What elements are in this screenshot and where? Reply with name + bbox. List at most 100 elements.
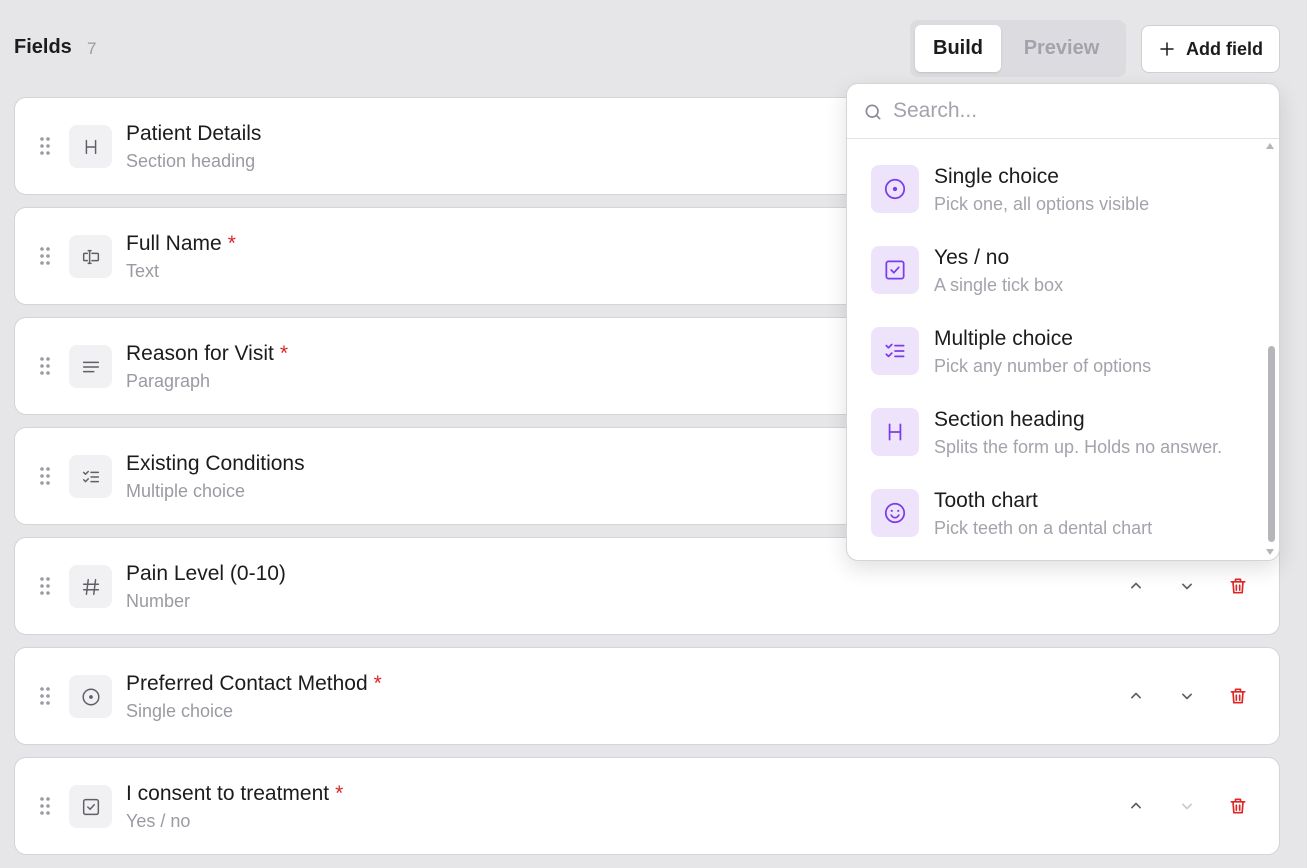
checklist-icon — [885, 343, 905, 358]
scrollbar-thumb[interactable] — [1268, 346, 1275, 542]
radio-icon — [81, 687, 100, 706]
required-marker: * — [279, 342, 289, 365]
option-label: Yes / no — [934, 246, 1010, 269]
fields-title: Fields — [14, 36, 72, 58]
option-icon-box — [871, 327, 919, 375]
option-icon-box — [871, 489, 919, 537]
option-item[interactable]: Single choice Pick one, all options visib… — [847, 165, 1267, 241]
option-label: Tooth chart — [934, 489, 1038, 512]
heading-icon — [888, 423, 902, 441]
move-down-button[interactable] — [1171, 790, 1203, 822]
mode-toggle: Build Preview — [910, 20, 1126, 77]
chevron-down-icon — [1182, 693, 1192, 700]
option-description: Splits the form up. Holds no answer. — [934, 437, 1223, 457]
field-type-icon-box — [69, 565, 112, 608]
field-type-icon-box — [69, 345, 112, 388]
field-label-text: Reason for Visit — [126, 342, 274, 365]
option-icon-box — [871, 165, 919, 213]
checklist-icon — [82, 470, 99, 482]
trash-icon — [1230, 688, 1246, 704]
move-down-button[interactable] — [1171, 680, 1203, 712]
field-label-text: Pain Level (0-10) — [126, 562, 286, 585]
chevron-down-icon — [1182, 583, 1192, 590]
option-item[interactable]: Yes / no A single tick box — [847, 246, 1267, 322]
option-description: Pick one, all options visible — [934, 194, 1150, 214]
option-label: Multiple choice — [934, 327, 1073, 350]
field-type-icon-box — [69, 235, 112, 278]
delete-button[interactable] — [1222, 790, 1254, 822]
field-type-icon-box — [69, 455, 112, 498]
move-up-button[interactable] — [1120, 790, 1152, 822]
option-description: Pick teeth on a dental chart — [934, 518, 1153, 538]
drag-handle-icon[interactable] — [39, 796, 51, 816]
smiley-icon — [884, 502, 906, 524]
search-input[interactable] — [893, 96, 1263, 126]
preview-tab[interactable]: Preview — [1010, 25, 1113, 72]
move-up-button[interactable] — [1120, 570, 1152, 602]
hash-icon — [82, 578, 99, 595]
field-label: Preferred Contact Method * — [126, 672, 382, 696]
field-type-dropdown: Single choice Pick one, all options visib… — [846, 83, 1280, 561]
required-marker: * — [373, 672, 382, 695]
field-type-label: Yes / no — [126, 811, 191, 831]
drag-handle-icon[interactable] — [39, 686, 51, 706]
field-label-text: I consent to treatment — [126, 782, 330, 805]
field-label-text: Patient Details — [126, 122, 262, 145]
add-field-button[interactable]: Add field — [1141, 25, 1280, 73]
field-type-icon-box — [69, 125, 112, 168]
field-label-text: Existing Conditions — [126, 452, 305, 475]
option-label: Single choice — [934, 165, 1059, 188]
field-type-label: Number — [126, 591, 191, 611]
heading-icon — [85, 139, 96, 154]
drag-handle-icon[interactable] — [39, 466, 51, 486]
checkbox-icon — [82, 798, 99, 815]
option-item[interactable]: Multiple choice Pick any number of option… — [847, 327, 1267, 403]
build-tab[interactable]: Build — [915, 25, 1001, 72]
scroll-down-arrow-icon[interactable] — [1265, 548, 1275, 556]
search-icon — [865, 104, 881, 120]
trash-icon — [1230, 798, 1246, 814]
field-type-label: Paragraph — [126, 371, 211, 391]
plus-icon — [1160, 42, 1174, 56]
paragraph-icon — [82, 361, 99, 372]
text-cursor-icon — [82, 249, 99, 264]
field-type-label: Single choice — [126, 701, 234, 721]
scroll-up-arrow-icon[interactable] — [1265, 142, 1275, 150]
field-type-label: Multiple choice — [126, 481, 246, 501]
option-icon-box — [871, 408, 919, 456]
option-icon-box — [871, 246, 919, 294]
field-label: Full Name * — [126, 232, 236, 256]
option-label: Section heading — [934, 408, 1085, 431]
field-type-icon-box — [69, 675, 112, 718]
field-label: Pain Level (0-10) — [126, 562, 286, 586]
drag-handle-icon[interactable] — [39, 576, 51, 596]
field-card[interactable]: I consent to treatment * Yes / no — [14, 757, 1280, 855]
delete-button[interactable] — [1222, 680, 1254, 712]
field-label: Existing Conditions — [126, 452, 305, 476]
drag-handle-icon[interactable] — [39, 246, 51, 266]
option-item[interactable]: Section heading Splits the form up. Holds… — [847, 408, 1267, 484]
fields-count: 7 — [87, 39, 97, 58]
field-type-label: Section heading — [126, 151, 256, 171]
add-field-label: Add field — [1186, 38, 1263, 59]
field-card[interactable]: Preferred Contact Method * Single choice — [14, 647, 1280, 745]
form-builder: Fields 7 Build Preview Add field Patient… — [0, 0, 1307, 868]
option-description: A single tick box — [934, 275, 1064, 295]
field-label-text: Preferred Contact Method — [126, 672, 368, 695]
delete-button[interactable] — [1222, 570, 1254, 602]
move-up-button[interactable] — [1120, 680, 1152, 712]
required-marker: * — [335, 782, 344, 805]
chevron-up-icon — [1131, 692, 1141, 699]
field-type-label: Text — [126, 261, 160, 281]
option-item[interactable]: Tooth chart Pick teeth on a dental chart — [847, 489, 1267, 560]
drag-handle-icon[interactable] — [39, 356, 51, 376]
chevron-down-icon — [1182, 803, 1192, 810]
drag-handle-icon[interactable] — [39, 136, 51, 156]
chevron-up-icon — [1131, 582, 1141, 589]
move-down-button[interactable] — [1171, 570, 1203, 602]
field-label-text: Full Name — [126, 232, 222, 255]
field-type-icon-box — [69, 785, 112, 828]
radio-icon — [884, 178, 906, 200]
search-row — [847, 84, 1279, 139]
trash-icon — [1230, 578, 1246, 594]
